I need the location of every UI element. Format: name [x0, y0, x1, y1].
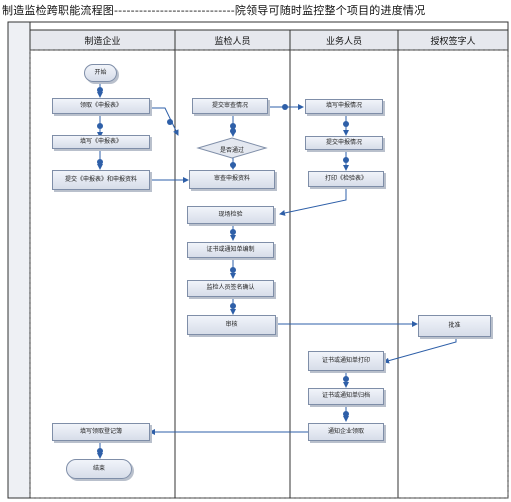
step-get-form: 领取《申报表》 [52, 98, 150, 114]
step-cert-print: 证书或通知单打印 [308, 351, 384, 371]
step-audit: 审核 [187, 315, 276, 335]
end-node: 结束 [66, 459, 132, 479]
step-fill-form: 填写《申报表》 [52, 135, 150, 149]
step-notify-company: 通知企业领取 [308, 423, 384, 441]
step-submit-review: 提交审查情况 [192, 98, 268, 114]
step-review-docs: 审查申报资料 [189, 170, 275, 189]
start-node: 开始 [84, 64, 117, 82]
decision-label: 是否通过 [219, 147, 244, 154]
step-submit-declaration: 提交申报情况 [305, 136, 383, 150]
lane-header-signatory: 授权签字人 [430, 36, 476, 47]
step-cert-archive: 证书或通知单归档 [308, 388, 384, 405]
step-onsite-inspection: 现场检验 [187, 206, 274, 224]
lane-header-manufacturer: 制造企业 [84, 36, 121, 47]
step-print-form: 打印《检验表》 [308, 171, 384, 187]
left-strip [7, 21, 31, 499]
step-submit-form: 提交《申报表》和申报资料 [52, 170, 150, 190]
step-fill-register: 填写领取登记簿 [52, 423, 150, 441]
lane-header-business: 业务人员 [325, 36, 362, 47]
step-approve: 批准 [418, 315, 491, 337]
lane-header-inspector: 监检人员 [214, 36, 251, 47]
flow-arrows [97, 82, 457, 459]
step-inspector-sign: 监检人员签名确认 [187, 280, 274, 297]
step-fill-declaration: 填写申报情况 [305, 99, 383, 114]
step-cert-prep: 证书或通知单编制 [187, 242, 274, 258]
